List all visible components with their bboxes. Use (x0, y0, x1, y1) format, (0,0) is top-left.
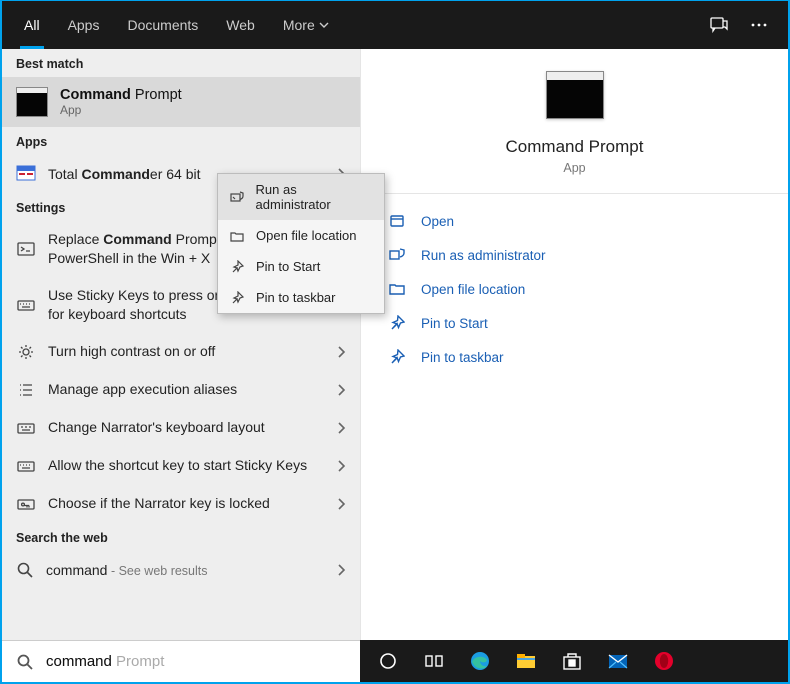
pin-icon (230, 260, 246, 274)
action-label: Run as administrator (421, 248, 546, 263)
action-label: Pin to taskbar (421, 350, 504, 365)
action-open[interactable]: Open (361, 204, 788, 238)
pin-icon (389, 315, 407, 331)
feedback-icon[interactable] (708, 14, 730, 36)
setting-narrator-key-locked[interactable]: Choose if the Narrator key is locked (2, 485, 360, 523)
setting-label: Manage app execution aliases (48, 380, 324, 399)
app-icon (16, 164, 36, 184)
preview-title: Command Prompt (506, 137, 644, 157)
tab-apps[interactable]: Apps (54, 1, 114, 49)
results-pane: Best match Command Prompt App Apps Total… (2, 49, 360, 640)
setting-high-contrast[interactable]: Turn high contrast on or off (2, 333, 360, 371)
more-options-icon[interactable] (748, 14, 770, 36)
tab-web[interactable]: Web (212, 1, 269, 49)
ctx-run-as-admin[interactable]: Run as administrator (218, 174, 384, 220)
web-query: command - See web results (46, 562, 208, 578)
folder-icon (230, 229, 246, 243)
tab-documents[interactable]: Documents (113, 1, 212, 49)
chevron-right-icon[interactable] (336, 563, 346, 577)
taskbar-cortana-icon[interactable] (368, 640, 408, 682)
action-label: Pin to Start (421, 316, 488, 331)
app-result-label: Total Commander 64 bit (48, 166, 201, 182)
section-apps: Apps (2, 127, 360, 155)
action-run-as-admin[interactable]: Run as administrator (361, 238, 788, 272)
chevron-right-icon[interactable] (336, 345, 346, 359)
search-tabs-bar: All Apps Documents Web More (2, 1, 788, 49)
setting-label: Turn high contrast on or off (48, 342, 324, 361)
taskbar-opera-icon[interactable] (644, 640, 684, 682)
search-icon (16, 561, 34, 579)
ctx-label: Pin to Start (256, 259, 320, 274)
ctx-label: Pin to taskbar (256, 290, 336, 305)
ctx-open-file-location[interactable]: Open file location (218, 220, 384, 251)
chevron-right-icon[interactable] (336, 421, 346, 435)
preview-subtitle: App (563, 161, 585, 175)
search-box[interactable]: command Prompt (2, 640, 360, 682)
section-best-match: Best match (2, 49, 360, 77)
action-label: Open file location (421, 282, 525, 297)
settings-terminal-icon (16, 239, 36, 259)
taskbar (360, 640, 788, 682)
web-result[interactable]: command - See web results (2, 551, 360, 589)
search-icon (16, 653, 34, 671)
best-match-title: Command Prompt (60, 87, 182, 103)
tab-all[interactable]: All (10, 1, 54, 49)
setting-label: Allow the shortcut key to start Sticky K… (48, 456, 324, 475)
ctx-label: Open file location (256, 228, 356, 243)
folder-icon (389, 281, 407, 297)
context-menu: Run as administrator Open file location … (217, 173, 385, 314)
brightness-icon (16, 342, 36, 362)
ctx-pin-to-start[interactable]: Pin to Start (218, 251, 384, 282)
keyboard-icon (16, 456, 36, 476)
taskbar-edge-icon[interactable] (460, 640, 500, 682)
list-icon (16, 380, 36, 400)
keyboard-layout-icon (16, 418, 36, 438)
lock-key-icon (16, 494, 36, 514)
search-input[interactable] (46, 653, 346, 670)
pin-icon (230, 291, 246, 305)
chevron-right-icon[interactable] (336, 497, 346, 511)
best-match-result[interactable]: Command Prompt App (2, 77, 360, 127)
pin-icon (389, 349, 407, 365)
chevron-right-icon[interactable] (336, 383, 346, 397)
action-open-file-location[interactable]: Open file location (361, 272, 788, 306)
best-match-subtitle: App (60, 103, 182, 117)
section-web: Search the web (2, 523, 360, 551)
action-pin-to-taskbar[interactable]: Pin to taskbar (361, 340, 788, 374)
tab-more[interactable]: More (269, 1, 343, 49)
tab-more-label: More (283, 17, 315, 33)
taskbar-store-icon[interactable] (552, 640, 592, 682)
taskbar-explorer-icon[interactable] (506, 640, 546, 682)
shield-admin-icon (389, 247, 407, 263)
preview-pane: Command Prompt App Open Run as administr… (360, 49, 788, 640)
ctx-pin-to-taskbar[interactable]: Pin to taskbar (218, 282, 384, 313)
action-pin-to-start[interactable]: Pin to Start (361, 306, 788, 340)
setting-narrator-keyboard[interactable]: Change Narrator's keyboard layout (2, 409, 360, 447)
action-label: Open (421, 214, 454, 229)
taskbar-mail-icon[interactable] (598, 640, 638, 682)
setting-label: Change Narrator's keyboard layout (48, 418, 324, 437)
open-icon (389, 213, 407, 229)
ctx-label: Run as administrator (256, 182, 372, 212)
setting-label: Choose if the Narrator key is locked (48, 494, 324, 513)
chevron-down-icon (319, 20, 329, 30)
setting-sticky-shortcut[interactable]: Allow the shortcut key to start Sticky K… (2, 447, 360, 485)
setting-app-aliases[interactable]: Manage app execution aliases (2, 371, 360, 409)
taskbar-taskview-icon[interactable] (414, 640, 454, 682)
preview-app-icon (546, 71, 604, 119)
shield-admin-icon (230, 190, 246, 204)
cmd-prompt-icon (16, 87, 48, 117)
chevron-right-icon[interactable] (336, 459, 346, 473)
keyboard-icon (16, 295, 36, 315)
